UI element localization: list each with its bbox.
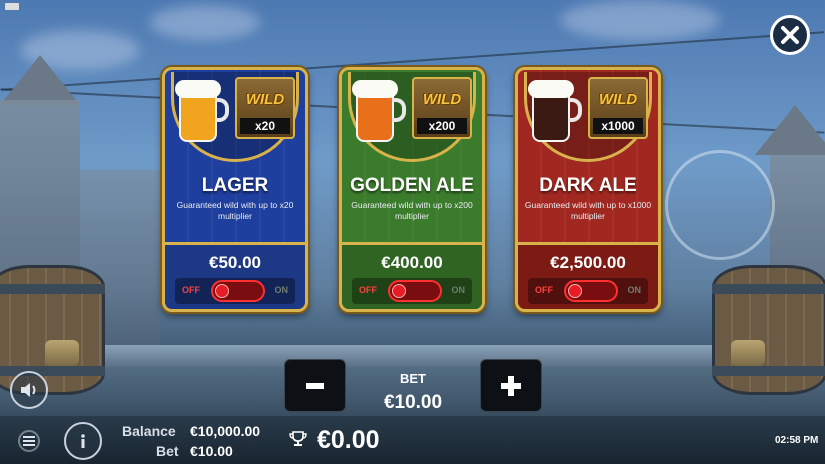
minus-icon	[306, 382, 324, 389]
corner-badge	[5, 3, 19, 10]
info-button[interactable]	[64, 422, 102, 460]
multiplier-label: x200	[417, 118, 467, 134]
barrel-tap	[45, 340, 79, 366]
card-golden-ale[interactable]: WILD x200 GOLDEN ALE Guaranteed wild wit…	[339, 67, 485, 312]
toggle-off-label: OFF	[182, 285, 200, 295]
mug-handle	[392, 98, 406, 122]
mug-foam	[175, 80, 221, 98]
toggle-knob[interactable]	[568, 284, 582, 298]
mug-foam	[352, 80, 398, 98]
toggle-off-label: OFF	[359, 285, 377, 295]
mug-glass	[356, 92, 394, 142]
card-body: WILD x20 LAGER Guaranteed wild with up t…	[165, 70, 305, 242]
toggle-track[interactable]	[564, 280, 618, 302]
decrease-bet-button[interactable]	[284, 359, 346, 412]
mug-glass	[179, 92, 217, 142]
card-title: LAGER	[201, 175, 269, 196]
wild-label: WILD	[245, 91, 285, 108]
card-stake: €400.00 OFF ON	[342, 242, 482, 309]
close-button[interactable]	[770, 15, 810, 55]
sound-button[interactable]	[10, 371, 48, 409]
cloud	[150, 5, 260, 40]
speaker-icon	[21, 383, 36, 397]
feature-toggle[interactable]: OFF ON	[175, 278, 295, 304]
toggle-track[interactable]	[211, 280, 265, 302]
building-roof	[0, 55, 80, 105]
card-description: Guaranteed wild with up to x200 multipli…	[351, 200, 473, 221]
toggle-track[interactable]	[388, 280, 442, 302]
table-top	[100, 345, 725, 367]
win-value: €0.00	[317, 426, 380, 454]
multiplier-label: x20	[240, 118, 290, 134]
card-description: Guaranteed wild with up to x20 multiplie…	[176, 200, 294, 221]
card-body: WILD x1000 DARK ALE Guaranteed wild with…	[518, 70, 658, 242]
bet-footer-label: Bet	[156, 443, 179, 459]
card-title: GOLDEN ALE	[350, 175, 474, 196]
toggle-knob[interactable]	[215, 284, 229, 298]
card-description: Guaranteed wild with up to x1000 multipl…	[524, 200, 652, 221]
increase-bet-button[interactable]	[480, 359, 542, 412]
wild-symbol: WILD x200	[412, 77, 472, 139]
card-body: WILD x200 GOLDEN ALE Guaranteed wild wit…	[342, 70, 482, 242]
barrel-hoop	[0, 284, 105, 294]
plus-icon	[501, 375, 521, 396]
card-price: €400.00	[381, 253, 443, 272]
bet-footer-value: €10.00	[190, 443, 233, 459]
card-dark-ale[interactable]: WILD x1000 DARK ALE Guaranteed wild with…	[515, 67, 661, 312]
card-lager[interactable]: WILD x20 LAGER Guaranteed wild with up t…	[162, 67, 308, 312]
mug-glass	[532, 92, 570, 142]
barrel-hoop	[712, 366, 825, 376]
card-title: DARK ALE	[539, 175, 637, 196]
barrel-tap	[731, 340, 765, 366]
barrel-hoop	[712, 284, 825, 294]
mug-foam	[528, 80, 574, 98]
mug-handle	[215, 98, 229, 122]
building-roof	[755, 105, 825, 155]
feature-toggle[interactable]: OFF ON	[352, 278, 472, 304]
toggle-on-label: ON	[451, 285, 466, 295]
mug-handle	[568, 98, 582, 122]
card-stake: €2,500.00 OFF ON	[518, 242, 658, 309]
toggle-on-label: ON	[274, 285, 289, 295]
feature-toggle[interactable]: OFF ON	[528, 278, 648, 304]
wild-label: WILD	[598, 91, 638, 108]
wild-symbol: WILD x1000	[588, 77, 648, 139]
balance-label: Balance	[122, 423, 176, 439]
wild-label: WILD	[422, 91, 462, 108]
menu-button[interactable]	[10, 422, 48, 460]
toggle-off-label: OFF	[535, 285, 553, 295]
ferris-wheel	[665, 150, 775, 260]
bet-value: €10.00	[383, 392, 443, 413]
close-icon	[781, 26, 799, 44]
cloud	[560, 0, 720, 40]
barrel-right	[712, 265, 825, 395]
bet-label: BET	[400, 371, 426, 386]
hamburger-menu-icon	[18, 430, 40, 452]
beer-mug-icon	[175, 80, 229, 142]
toggle-knob[interactable]	[392, 284, 406, 298]
card-price: €2,500.00	[550, 253, 626, 272]
wild-symbol: WILD x20	[235, 77, 295, 139]
card-stake: €50.00 OFF ON	[165, 242, 305, 309]
card-price: €50.00	[209, 253, 261, 272]
multiplier-label: x1000	[593, 118, 643, 134]
trophy-icon	[289, 431, 307, 446]
beer-mug-icon	[352, 80, 406, 142]
balance-value: €10,000.00	[190, 423, 261, 439]
beer-mug-icon	[528, 80, 582, 142]
info-icon	[81, 434, 85, 448]
toggle-on-label: ON	[627, 285, 642, 295]
clock: 02:58 PM	[775, 435, 819, 446]
